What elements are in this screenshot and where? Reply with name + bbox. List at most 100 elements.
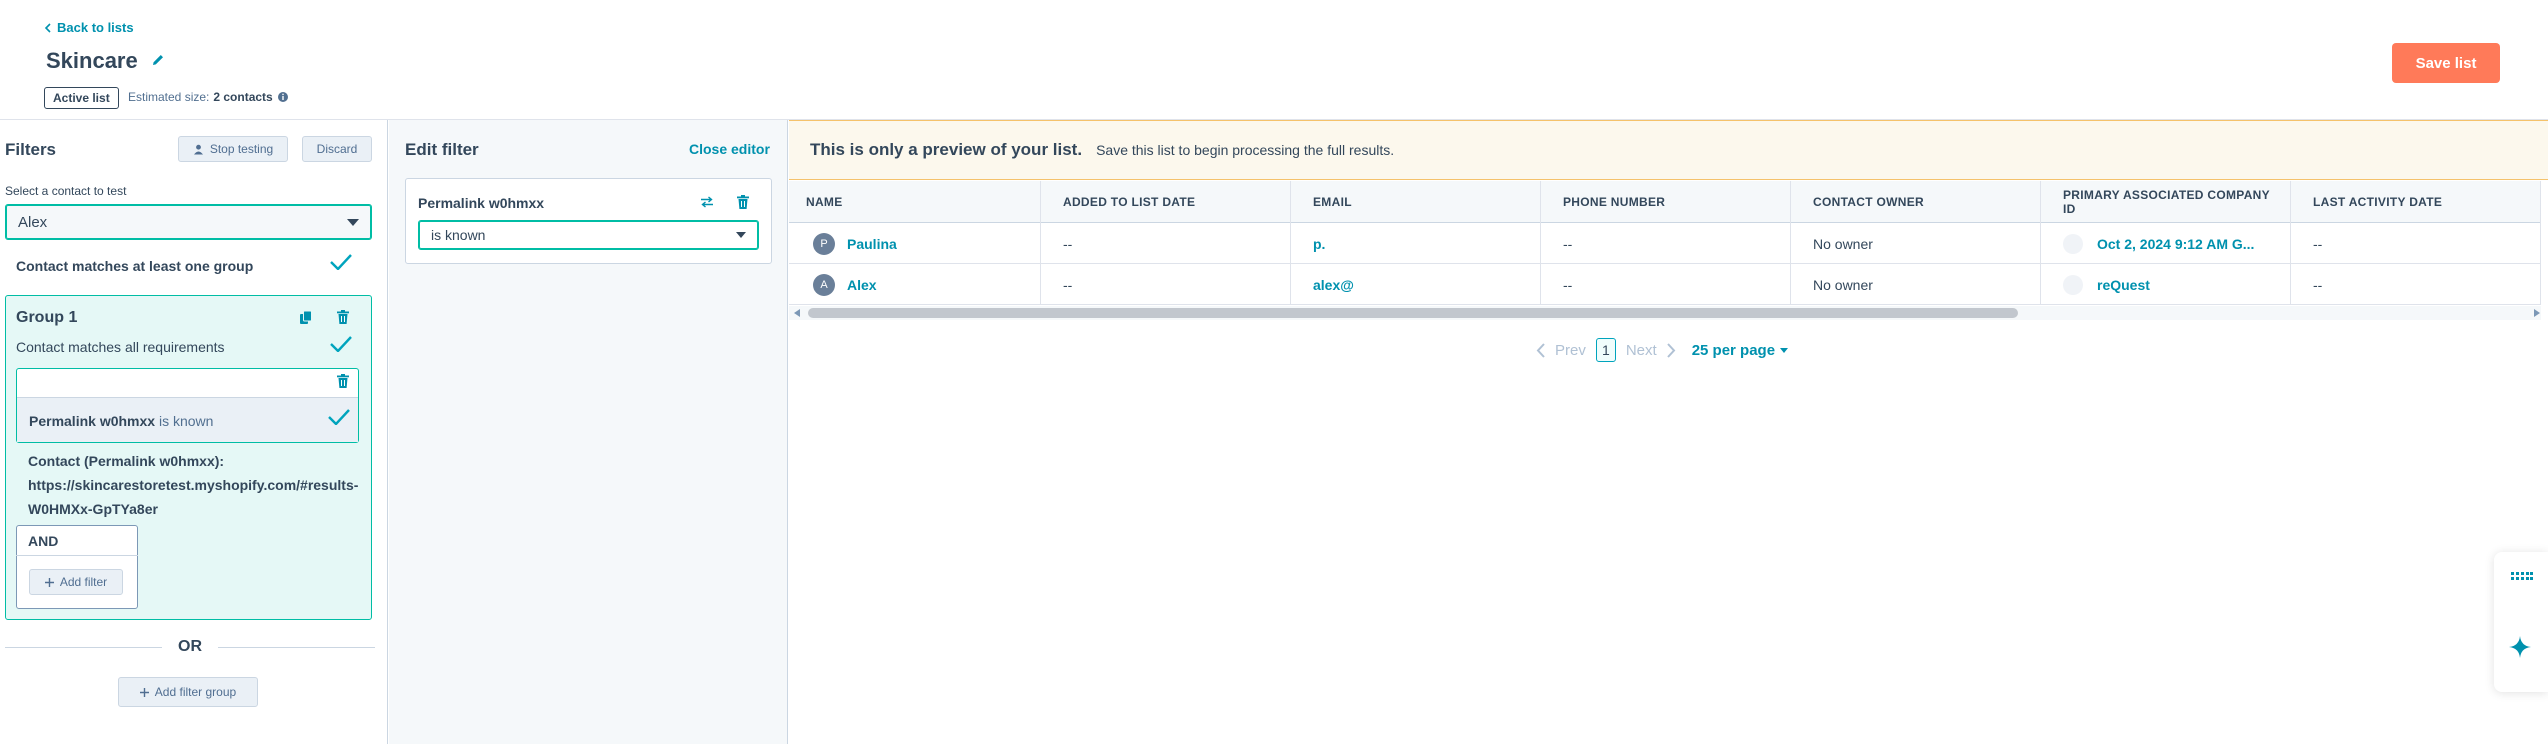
column-header-activity[interactable]: LAST ACTIVITY DATE [2291,181,2541,223]
email-link[interactable]: alex@ [1313,277,1354,293]
check-icon [330,336,352,352]
check-icon [330,254,352,270]
contact-value-line1: https://skincarestoretest.myshopify.com/… [28,477,359,493]
add-filter-label: Add filter [59,575,108,589]
add-filter-group-button[interactable]: Add filter group [118,677,258,707]
column-header-company[interactable]: PRIMARY ASSOCIATED COMPANY ID [2041,181,2291,223]
filter-rule-property: Permalink w0hmxx [29,413,156,429]
caret-down-icon [1780,347,1789,353]
pencil-icon[interactable] [150,52,166,68]
preview-banner-title: This is only a preview of your list. [810,140,1083,159]
check-icon [328,409,350,425]
edit-filter-property: Permalink w0hmxx [418,195,545,211]
plus-icon [44,577,54,587]
scroll-left-icon[interactable] [794,309,800,317]
phone-cell: -- [1541,264,1791,305]
scrollbar-thumb[interactable] [808,308,2018,318]
prev-page-button[interactable]: Prev [1555,342,1586,359]
column-header-name[interactable]: NAME [789,181,1041,223]
caret-down-icon [347,218,359,226]
table-header: NAME ADDED TO LIST DATE EMAIL PHONE NUMB… [789,181,2541,223]
add-filter-button[interactable]: Add filter [29,569,123,595]
added-cell: -- [1041,223,1291,264]
or-label: OR [178,638,202,655]
group-title: Group 1 [16,309,78,326]
email-cell: p. [1291,223,1541,264]
match-any-group-text: Contact matches at least one group [16,258,254,274]
current-page[interactable]: 1 [1595,338,1616,362]
name-cell: P Paulina [789,223,1041,264]
estimated-size: Estimated size: 2 contacts [128,90,289,104]
caret-down-icon [736,232,746,238]
close-editor-link[interactable]: Close editor [689,141,770,157]
preview-banner: This is only a preview of your list. Sav… [789,120,2548,180]
chevron-right-icon[interactable] [1666,342,1676,358]
trash-icon[interactable] [337,374,349,388]
name-cell: A Alex [789,264,1041,305]
owner-cell: No owner [1791,264,2041,305]
preview-banner-text: Save this list to begin processing the f… [1096,142,1395,158]
filter-rule[interactable] [16,368,359,443]
contact-value-line2: W0HMXx-GpTYa8er [28,501,158,517]
discard-button[interactable]: Discard [302,136,372,162]
info-icon[interactable] [277,91,289,103]
added-cell: -- [1041,264,1291,305]
swap-icon[interactable] [700,196,714,208]
table-row: P Paulina -- p. -- No owner Oct 2, 2024 … [789,223,2541,264]
operator-select[interactable]: is known [418,220,759,250]
test-contact-select[interactable]: Alex [5,204,372,240]
stop-testing-button[interactable]: Stop testing [178,136,288,162]
back-to-lists-link[interactable]: Back to lists [44,20,134,35]
column-header-added[interactable]: ADDED TO LIST DATE [1041,181,1291,223]
company-cell: reQuest [2041,264,2291,305]
or-divider: OR [5,636,375,658]
owner-cell: No owner [1791,223,2041,264]
filter-rule-operator: is known [158,413,214,429]
save-list-button[interactable]: Save list [2392,43,2500,83]
company-link[interactable]: reQuest [2097,277,2150,293]
and-label: AND [16,526,138,556]
estimated-size-label: Estimated size: [128,90,210,104]
company-logo [2063,274,2083,295]
back-link-label: Back to lists [57,20,134,35]
per-page-label: 25 per page [1691,341,1776,359]
estimated-size-value: 2 contacts [213,90,273,104]
pagination: Prev 1 Next 25 per page [1536,338,1789,362]
activity-cell: -- [2291,264,2541,305]
person-icon [193,144,204,155]
column-header-owner[interactable]: CONTACT OWNER [1791,181,2041,223]
filter-rule-summary[interactable]: Permalink w0hmxx is known [29,413,213,429]
filters-title: Filters [5,140,57,159]
plus-icon [139,687,149,697]
contact-value-label: Contact (Permalink w0hmxx): [28,453,225,469]
activity-cell: -- [2291,223,2541,264]
avatar: A [813,273,835,296]
trash-icon[interactable] [737,195,749,209]
chevron-left-icon[interactable] [1536,342,1545,358]
phone-cell: -- [1541,223,1791,264]
copy-icon[interactable] [300,311,312,324]
table-row: A Alex -- alex@ -- No owner reQuest -- [789,264,2541,305]
test-contact-label: Select a contact to test [5,184,127,198]
group-requirement-text: Contact matches all requirements [16,339,225,355]
company-logo [2063,233,2083,254]
column-header-email[interactable]: EMAIL [1291,181,1541,223]
test-contact-value: Alex [18,213,48,231]
contact-name-link[interactable]: Alex [847,277,877,293]
add-filter-group-label: Add filter group [154,685,237,699]
keyboard-icon[interactable] [2511,572,2533,580]
contact-name-link[interactable]: Paulina [847,236,897,252]
operator-select-value: is known [431,227,486,243]
page-title: Skincare [46,48,138,73]
per-page-select[interactable]: 25 per page [1691,341,1789,359]
sparkle-icon[interactable] [2509,636,2531,658]
chevron-left-icon [44,22,51,33]
company-link[interactable]: Oct 2, 2024 9:12 AM G... [2097,236,2254,252]
trash-icon[interactable] [337,310,349,324]
column-header-phone[interactable]: PHONE NUMBER [1541,181,1791,223]
email-link[interactable]: p. [1313,236,1325,252]
avatar: P [813,232,835,255]
next-page-button[interactable]: Next [1626,342,1657,359]
contact-value-text: Contact (Permalink w0hmxx): https://skin… [28,449,388,521]
scroll-right-icon[interactable] [2534,309,2540,317]
